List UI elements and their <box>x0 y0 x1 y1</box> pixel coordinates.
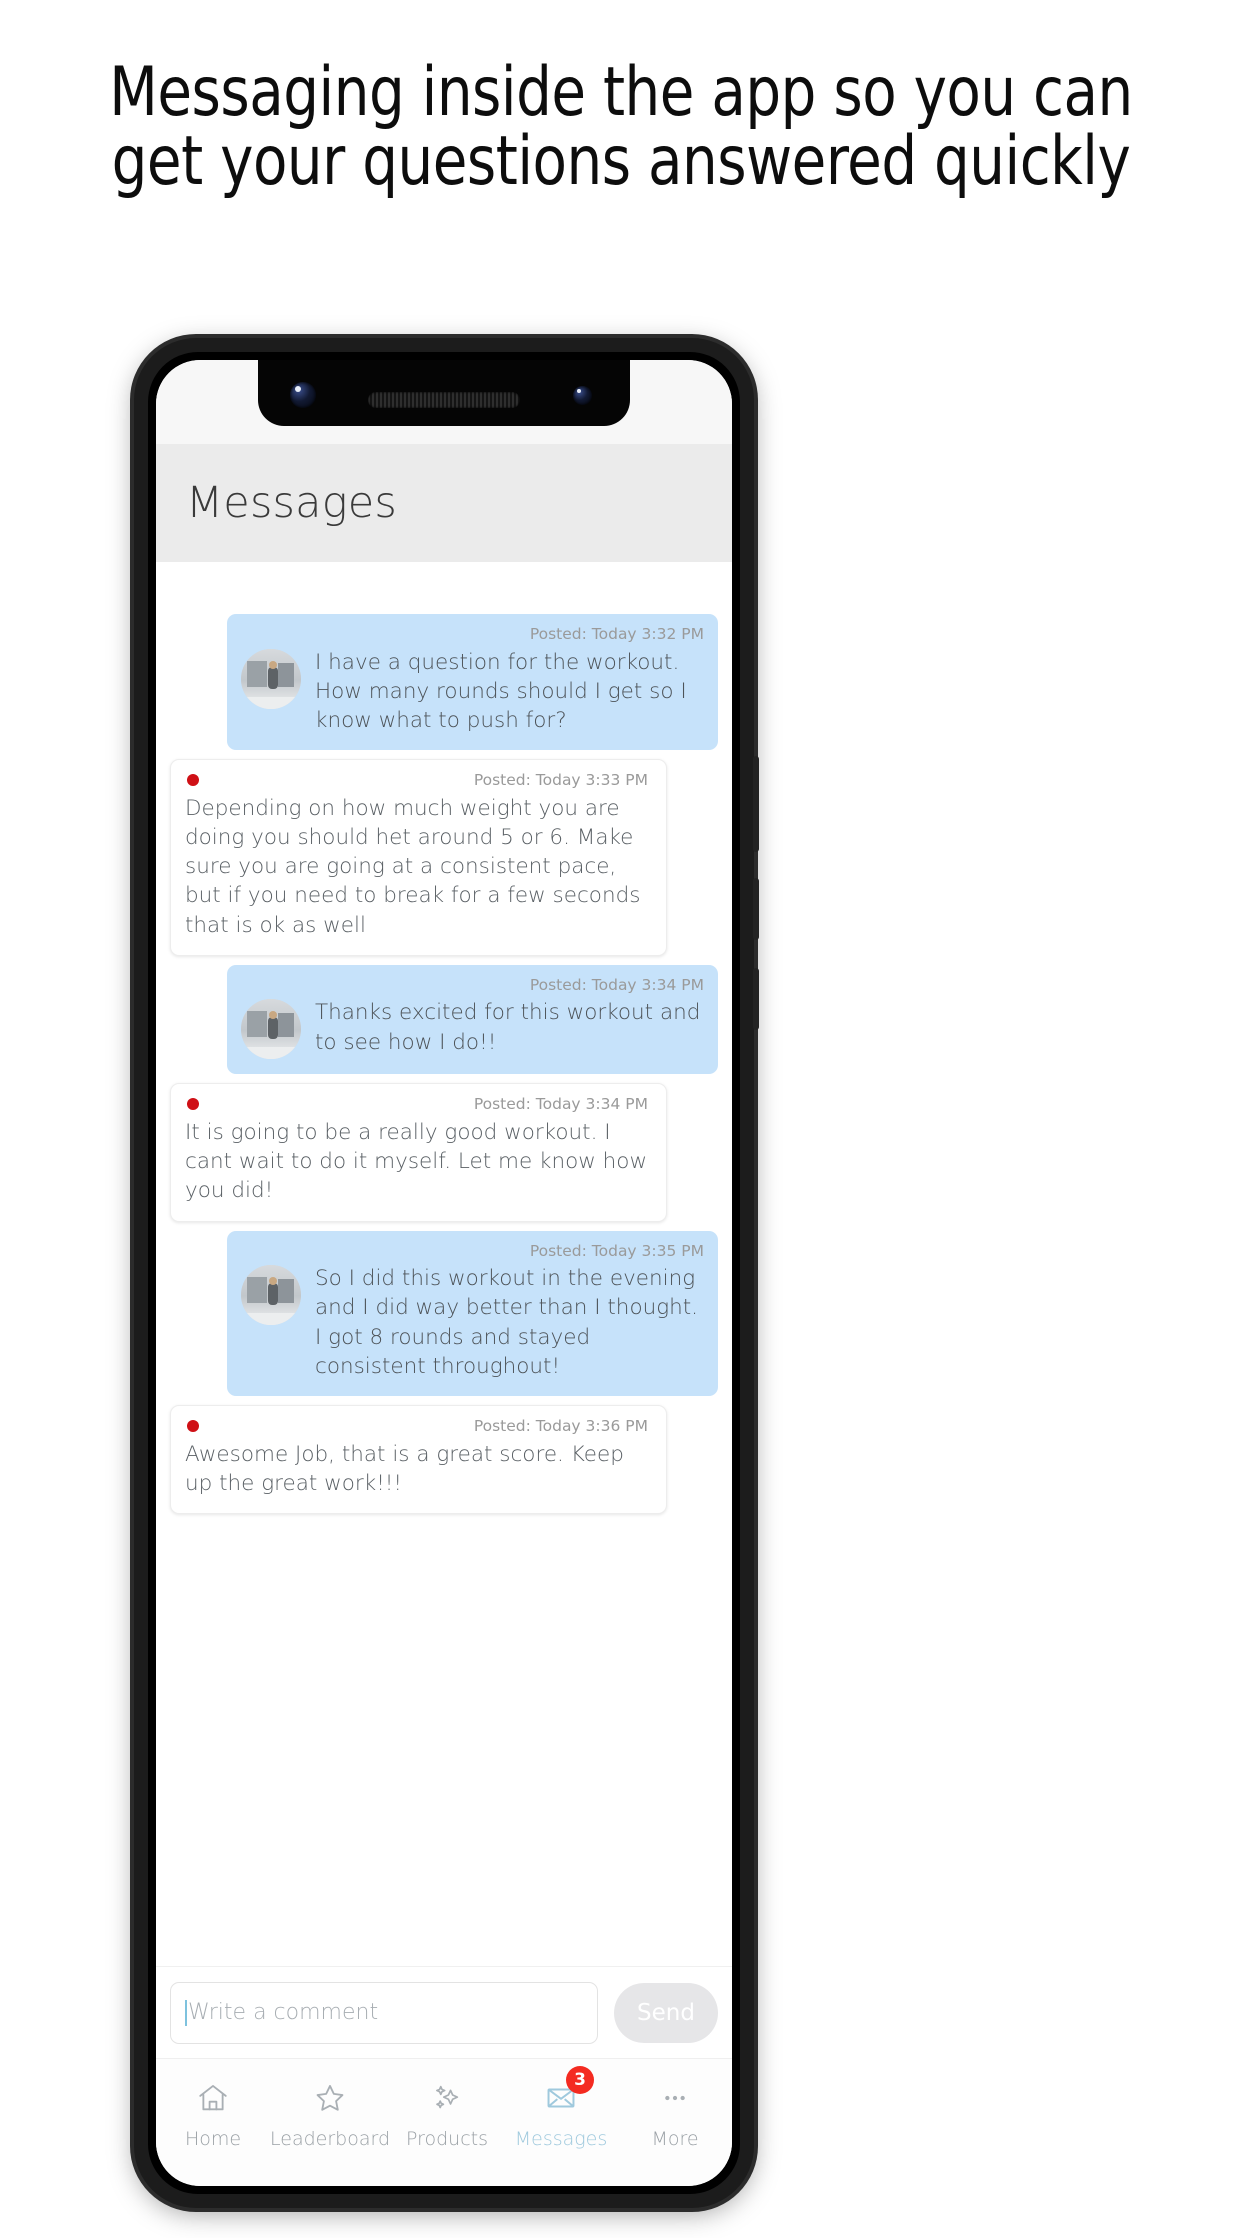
nav-item-more[interactable]: More <box>618 2075 732 2150</box>
message-row: Posted: Today 3:34 PM It is going to be a… <box>156 1083 732 1222</box>
message-row: Posted: Today 3:32 PM I have a question f… <box>156 614 732 751</box>
message-body: Awesome Job, that is a great score. Keep… <box>185 1439 652 1498</box>
message-bubble[interactable]: Posted: Today 3:33 PM Depending on how mu… <box>170 759 667 956</box>
message-body: I have a question for the workout. How m… <box>241 647 704 736</box>
nav-item-label: Products <box>405 2128 489 2150</box>
phone-side-button-volume-up[interactable] <box>753 878 759 940</box>
comment-composer: Write a comment Send <box>156 1966 732 2058</box>
message-timestamp: Posted: Today 3:34 PM <box>473 1095 648 1114</box>
avatar[interactable] <box>241 999 301 1060</box>
message-text: Awesome Job, that is a great score. Keep… <box>185 1441 624 1496</box>
message-text: It is going to be a really good workout.… <box>185 1119 648 1204</box>
sparkles-icon <box>430 2075 464 2121</box>
text-caret <box>185 1999 187 2026</box>
message-text: Depending on how much weight you are doi… <box>185 795 641 938</box>
nav-item-label: Messages <box>514 2128 608 2150</box>
message-body: Thanks excited for this workout and to s… <box>241 997 704 1060</box>
message-body: Depending on how much weight you are doi… <box>185 793 652 940</box>
send-button[interactable]: Send <box>614 1982 718 2043</box>
phone-frame: Messages Posted: Today 3:32 PM I have a q… <box>134 338 759 2208</box>
message-body: So I did this workout in the evening and… <box>241 1263 704 1381</box>
message-bubble[interactable]: Posted: Today 3:32 PM I have a question f… <box>227 614 718 751</box>
message-bubble[interactable]: Posted: Today 3:36 PM Awesome Job, that i… <box>170 1405 667 1514</box>
message-timestamp: Posted: Today 3:33 PM <box>473 771 648 790</box>
message-timestamp: Posted: Today 3:36 PM <box>473 1417 648 1436</box>
front-camera-icon <box>290 382 316 408</box>
message-bubble[interactable]: Posted: Today 3:35 PM So I did this worko… <box>227 1230 718 1397</box>
phone-screen: Messages Posted: Today 3:32 PM I have a q… <box>156 360 732 2186</box>
app-header: Messages <box>156 444 732 562</box>
bottom-navigation[interactable]: Home Leaderboard Products 3 Messages More <box>156 2058 732 2186</box>
nav-item-label: Leaderboard <box>270 2128 391 2150</box>
message-body: It is going to be a really good workout.… <box>185 1117 652 1206</box>
comment-input[interactable]: Write a comment <box>170 1981 598 2044</box>
front-camera-secondary-icon <box>573 386 592 405</box>
message-timestamp: Posted: Today 3:35 PM <box>529 1241 704 1260</box>
message-bubble[interactable]: Posted: Today 3:34 PM Thanks excited for … <box>227 964 718 1075</box>
message-text: So I did this workout in the evening and… <box>315 1266 699 1379</box>
message-timestamp: Posted: Today 3:32 PM <box>529 625 704 643</box>
promo-heading: Messaging inside the app so you can get … <box>109 53 1133 202</box>
message-row: Posted: Today 3:35 PM So I did this worko… <box>156 1230 732 1397</box>
phone-notch <box>258 360 630 426</box>
avatar[interactable] <box>241 1265 301 1326</box>
unread-badge: 3 <box>566 2066 595 2094</box>
comment-input-placeholder: Write a comment <box>188 2000 379 2025</box>
home-icon <box>196 2075 230 2121</box>
message-text: I have a question for the workout. How m… <box>315 649 687 733</box>
nav-item-label: More <box>651 2128 699 2150</box>
message-timestamp: Posted: Today 3:34 PM <box>529 975 704 994</box>
ellipsis-icon <box>658 2075 692 2121</box>
message-thread[interactable]: Posted: Today 3:32 PM I have a question f… <box>156 562 732 2014</box>
nav-item-label: Home <box>184 2128 242 2150</box>
message-row: Posted: Today 3:34 PM Thanks excited for … <box>156 964 732 1075</box>
message-row: Posted: Today 3:36 PM Awesome Job, that i… <box>156 1405 732 1514</box>
phone-side-button-power[interactable] <box>753 756 759 852</box>
page-title: Messages <box>186 478 397 528</box>
phone-bezel: Messages Posted: Today 3:32 PM I have a q… <box>148 352 740 2194</box>
avatar[interactable] <box>241 648 301 709</box>
nav-item-home[interactable]: Home <box>156 2075 270 2150</box>
phone-mockup: Messages Posted: Today 3:32 PM I have a q… <box>134 338 759 2238</box>
nav-item-products[interactable]: Products <box>390 2075 504 2150</box>
message-text: Thanks excited for this workout and to s… <box>315 1000 701 1055</box>
nav-item-messages[interactable]: 3 Messages <box>504 2066 618 2150</box>
nav-item-leaderboard[interactable]: Leaderboard <box>270 2075 390 2150</box>
message-row: Posted: Today 3:33 PM Depending on how mu… <box>156 759 732 956</box>
unread-dot-icon <box>187 1420 199 1433</box>
star-icon <box>313 2075 347 2121</box>
phone-side-button-volume-down[interactable] <box>753 968 759 1030</box>
message-bubble[interactable]: Posted: Today 3:34 PM It is going to be a… <box>170 1083 667 1222</box>
envelope-icon: 3 <box>544 2066 595 2121</box>
earpiece-speaker-icon <box>368 392 520 408</box>
